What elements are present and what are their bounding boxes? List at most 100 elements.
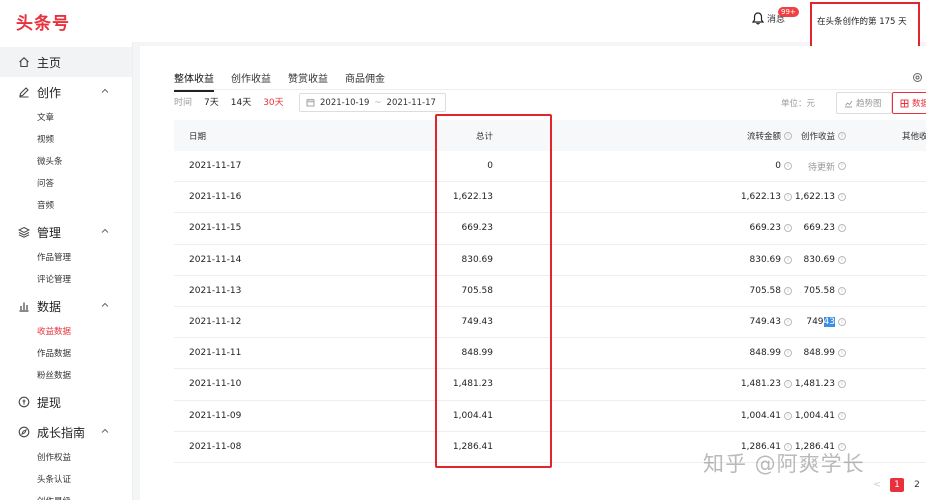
chevron-up-icon[interactable]: [100, 226, 110, 236]
trend-view-button[interactable]: 趋势图: [836, 92, 892, 114]
sidebar-item-withdraw[interactable]: 提现: [0, 387, 132, 417]
info-icon[interactable]: i: [838, 349, 846, 358]
info-icon[interactable]: i: [838, 255, 846, 264]
layers-icon: [18, 226, 30, 238]
creation-cell: 848.99 i: [754, 338, 846, 368]
trend-chart-icon: [845, 100, 853, 107]
date-cell: 2021-11-14: [189, 254, 242, 265]
total-cell: 669.23: [461, 223, 494, 234]
sidebar-item-works-manage[interactable]: 作品管理: [0, 247, 132, 269]
filter-7-days[interactable]: 7天: [204, 95, 219, 108]
sidebar-item-creator-rights[interactable]: 创作权益: [0, 447, 132, 469]
info-icon[interactable]: i: [838, 286, 846, 295]
date-cell: 2021-11-12: [189, 317, 242, 328]
sidebar-item-video[interactable]: 视频: [0, 129, 132, 151]
date-cell: 2021-11-10: [189, 379, 242, 390]
date-separator: ~: [374, 97, 382, 108]
sidebar-group-manage[interactable]: 管理: [0, 217, 132, 247]
creation-value-text: 749: [806, 317, 824, 328]
sidebar-item-home[interactable]: 主页: [0, 47, 132, 77]
pagination: < 1 2: [870, 478, 924, 492]
date-cell: 2021-11-08: [189, 441, 242, 452]
sidebar-item-qa[interactable]: 问答: [0, 173, 132, 195]
time-filter: 时间 7天 14天 30天: [174, 95, 284, 108]
sidebar-item-verification[interactable]: 头条认证: [0, 469, 132, 491]
calendar-icon: [306, 98, 315, 107]
filter-30-days[interactable]: 30天: [263, 95, 283, 108]
prev-page-button[interactable]: <: [870, 478, 884, 492]
creation-value: 1,622.13: [794, 192, 835, 203]
creation-cell: 705.58 i: [754, 276, 846, 306]
sidebar-item-label: 主页: [37, 55, 62, 70]
creation-cell: 74943 i: [754, 307, 846, 337]
chevron-up-icon[interactable]: [100, 300, 110, 310]
income-table: 日期 总计 流转金额i 创作收益i 其他收益 2021-11-1700i待更新i…: [174, 120, 926, 463]
creation-cell: 1,004.41 i: [754, 401, 846, 431]
creation-value: 1,481.23: [794, 379, 835, 390]
info-icon[interactable]: i: [838, 131, 846, 140]
total-cell: 848.99: [461, 348, 494, 359]
text-selection: 43: [823, 317, 835, 328]
table-row: 2021-11-14 830.69 830.69 i 830.69 i: [174, 245, 926, 276]
unit-label: 单位：元: [781, 99, 816, 109]
creation-value: 1,004.41: [794, 410, 835, 421]
table-row: 2021-11-17 0 0 i 待更新 i: [174, 151, 926, 183]
messages-badge: 99+: [778, 7, 799, 17]
info-icon[interactable]: i: [838, 162, 846, 171]
sidebar-group-growth[interactable]: 成长指南: [0, 417, 132, 447]
sidebar-item-label: 提现: [37, 395, 62, 410]
info-icon[interactable]: i: [838, 411, 846, 420]
column-header-other: 其他收益: [902, 131, 926, 142]
column-header-creation: 创作收益 i: [754, 120, 846, 151]
info-icon[interactable]: i: [838, 193, 846, 202]
info-icon[interactable]: i: [838, 380, 846, 389]
sidebar-item-creator-level[interactable]: 创作星级: [0, 491, 132, 500]
logo[interactable]: 头条号: [16, 9, 70, 34]
sidebar-group-create[interactable]: 创作: [0, 77, 132, 107]
sidebar-group-data[interactable]: 数据: [0, 291, 132, 321]
sidebar: 主页 创作 文章 视频 微头条 问答 音频 管理 作品管理 评论管理 数据 收益…: [0, 42, 133, 500]
table-row: 2021-11-09 1,004.41 1,004.41 i 1,004.41 i: [174, 401, 926, 432]
date-cell: 2021-11-09: [189, 410, 242, 421]
date-range-picker[interactable]: 2021-10-19 ~ 2021-11-17: [299, 93, 446, 112]
creation-value: 848.99: [803, 348, 836, 359]
pen-icon: [19, 87, 29, 98]
sidebar-item-comment-manage[interactable]: 评论管理: [0, 269, 132, 291]
bell-icon: [752, 12, 764, 25]
date-cell: 2021-11-17: [189, 161, 242, 172]
creation-cell: 1,622.13 i: [754, 182, 846, 212]
sidebar-item-income-data[interactable]: 收益数据: [0, 321, 132, 343]
data-view-button[interactable]: 数据: [892, 92, 926, 114]
date-end: 2021-11-17: [386, 97, 436, 108]
sidebar-item-article[interactable]: 文章: [0, 107, 132, 129]
chevron-up-icon[interactable]: [100, 426, 110, 436]
watermark: 知乎 @阿爽学长: [703, 452, 865, 476]
trend-view-label: 趋势图: [856, 99, 882, 109]
page-1-button[interactable]: 1: [890, 478, 904, 492]
main-panel: 整体收益 创作收益 赞赏收益 商品佣金 时间 7天 14天 30天 2021-1…: [140, 46, 926, 500]
date-cell: 2021-11-13: [189, 285, 242, 296]
filter-14-days[interactable]: 14天: [231, 95, 251, 108]
column-header-creation-label: 创作收益: [800, 131, 835, 142]
total-cell: 830.69: [461, 254, 494, 265]
table-row: 2021-11-12 749.43 749.43 i 74943 i: [174, 307, 926, 339]
column-header-date: 日期: [189, 131, 207, 142]
chevron-up-icon[interactable]: [100, 86, 110, 96]
info-icon[interactable]: i: [838, 318, 846, 327]
sidebar-item-label: 创作: [37, 85, 62, 100]
settings-icon[interactable]: [912, 72, 923, 83]
sidebar-item-fans-data[interactable]: 粉丝数据: [0, 365, 132, 387]
sidebar-item-micro[interactable]: 微头条: [0, 151, 132, 173]
info-icon[interactable]: i: [838, 224, 846, 233]
page-2-button[interactable]: 2: [910, 478, 924, 492]
creation-value: 74943: [806, 317, 835, 328]
creation-cell: 669.23 i: [754, 213, 846, 243]
total-cell: 749.43: [461, 317, 494, 328]
sidebar-item-audio[interactable]: 音频: [0, 195, 132, 217]
creation-value: 669.23: [803, 223, 836, 234]
top-bar: 头条号 消息 99+: [0, 0, 926, 42]
date-start: 2021-10-19: [320, 97, 370, 108]
sidebar-item-works-data[interactable]: 作品数据: [0, 343, 132, 365]
creation-cell: 830.69 i: [754, 245, 846, 275]
table-row: 2021-11-16 1,622.13 1,622.13 i 1,622.13 i: [174, 182, 926, 214]
